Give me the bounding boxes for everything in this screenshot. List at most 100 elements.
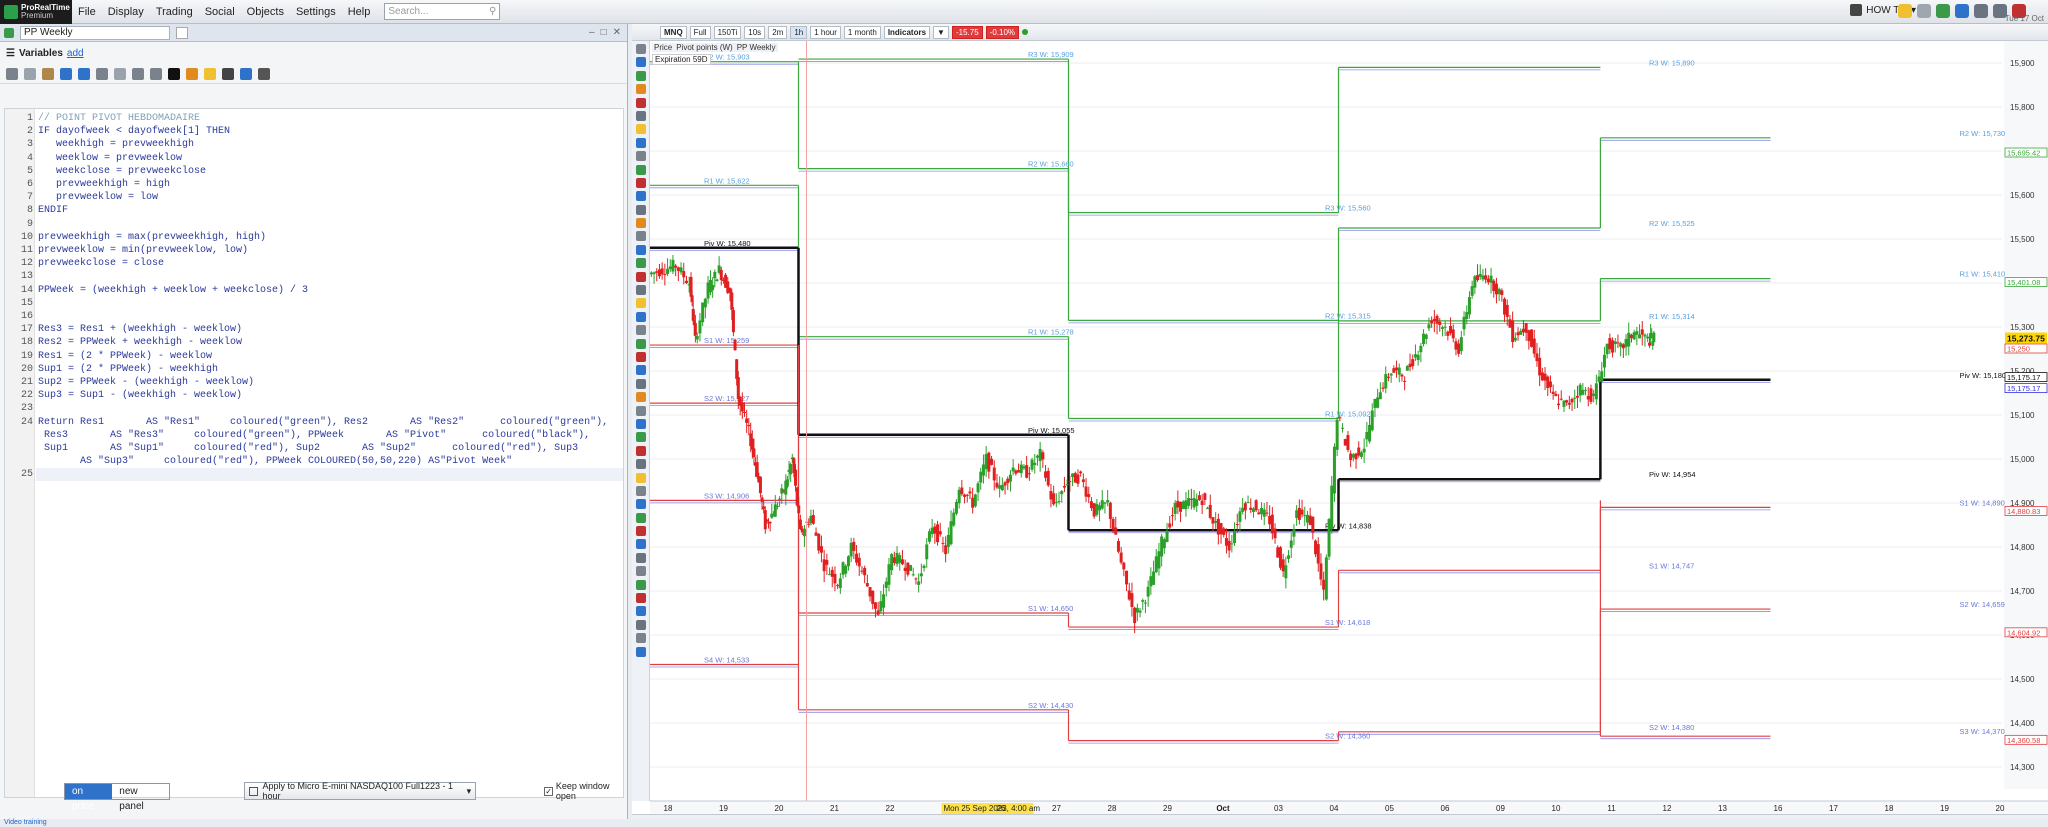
menu-display[interactable]: Display	[102, 6, 150, 18]
drawing-tool-icon[interactable]	[635, 151, 646, 162]
alert-icon[interactable]	[1898, 4, 1912, 18]
drawing-tool-icon[interactable]	[635, 606, 646, 617]
keep-window-open-checkbox[interactable]: ✓ Keep window open	[544, 781, 628, 801]
refresh-icon[interactable]	[1936, 4, 1950, 18]
print-icon[interactable]	[258, 67, 270, 80]
redo-icon[interactable]	[78, 67, 90, 80]
legend-price[interactable]: Price	[654, 43, 672, 52]
drawing-tool-icon[interactable]	[635, 285, 646, 296]
drawing-tool-icon[interactable]	[635, 526, 646, 537]
variables-toggle-icon[interactable]: ☰	[6, 48, 15, 59]
drawing-tool-icon[interactable]	[635, 70, 646, 81]
paste-icon[interactable]	[42, 67, 54, 80]
menu-help[interactable]: Help	[342, 6, 377, 18]
drawing-tool-icon[interactable]	[635, 271, 646, 282]
drawing-tool-icon[interactable]	[635, 177, 646, 188]
legend-pp-weekly[interactable]: PP Weekly	[737, 43, 776, 52]
drawing-tool-icon[interactable]	[635, 110, 646, 121]
menu-social[interactable]: Social	[199, 6, 241, 18]
drawing-tool-icon[interactable]	[635, 432, 646, 443]
drawing-tool-icon[interactable]	[635, 593, 646, 604]
indicator-name-field[interactable]: PP Weekly	[20, 25, 170, 40]
tab-add-icon[interactable]	[176, 26, 188, 39]
variables-add-link[interactable]: add	[67, 48, 84, 59]
legend-pivot-points[interactable]: Pivot points (W)	[676, 43, 732, 52]
timeframe-10s[interactable]: 10s	[744, 25, 766, 39]
drawing-tool-icon[interactable]	[635, 204, 646, 215]
color-palette-icon[interactable]	[186, 67, 198, 80]
drawing-tool-icon[interactable]	[635, 633, 646, 644]
drawing-tool-icon[interactable]	[635, 472, 646, 483]
undo-icon[interactable]	[60, 67, 72, 80]
drawing-tool-icon[interactable]	[635, 191, 646, 202]
symbol-selector[interactable]: MNQ	[660, 25, 687, 39]
function-icon[interactable]	[222, 67, 234, 80]
interval-dropdown[interactable]: 1 hour	[810, 25, 841, 39]
drawing-tool-icon[interactable]	[635, 218, 646, 229]
code-editor[interactable]: 1 2 3 4 5 6 7 8 9 10 11 12 13 14 15 16 17 18 19 20 21 22 23 24 2…	[4, 108, 624, 798]
apply-dropdown-icon[interactable]: ▾	[467, 786, 472, 797]
drawing-tool-icon[interactable]	[635, 459, 646, 470]
minimize-icon[interactable]	[1974, 4, 1988, 18]
drawing-tool-icon[interactable]	[635, 231, 646, 242]
drawing-tool-icon[interactable]	[635, 258, 646, 269]
screen-icon[interactable]	[1955, 4, 1969, 18]
drawing-tool-icon[interactable]	[635, 244, 646, 255]
drawing-tool-icon[interactable]	[635, 418, 646, 429]
drawing-tool-icon[interactable]	[635, 57, 646, 68]
drawing-tool-icon[interactable]	[635, 351, 646, 362]
window-restore-icon[interactable]: □	[601, 27, 607, 38]
font-increase-icon[interactable]	[132, 67, 144, 80]
timeframe-2m[interactable]: 2m	[768, 25, 788, 39]
timeframe-1h[interactable]: 1h	[790, 25, 808, 39]
price-chart[interactable]: 15,90015,80015,70015,60015,50015,40015,3…	[650, 41, 2048, 820]
replace-icon[interactable]	[114, 67, 126, 80]
drawing-tool-icon[interactable]	[635, 137, 646, 148]
hint-icon[interactable]	[204, 67, 216, 80]
drawing-tool-icon[interactable]	[635, 84, 646, 95]
font-decrease-icon[interactable]	[150, 67, 162, 80]
window-minimize-icon[interactable]: –	[589, 27, 595, 38]
drawing-tool-icon[interactable]	[635, 499, 646, 510]
drawing-tool-icon[interactable]	[635, 378, 646, 389]
menu-objects[interactable]: Objects	[241, 6, 290, 18]
order-icon[interactable]: ▼	[933, 25, 949, 39]
drawing-tool-icon[interactable]	[635, 164, 646, 175]
drawing-tool-icon[interactable]	[635, 512, 646, 523]
drawing-tool-icon[interactable]	[635, 311, 646, 322]
drawing-tool-icon[interactable]	[635, 365, 646, 376]
find-icon[interactable]	[96, 67, 108, 80]
new-panel-option[interactable]: new panel	[112, 784, 169, 812]
menu-settings[interactable]: Settings	[290, 6, 342, 18]
drawing-tool-icon[interactable]	[635, 338, 646, 349]
apply-indicator-button[interactable]: Apply to Micro E-mini NASDAQ100 Full1223…	[243, 781, 477, 801]
cut-icon[interactable]	[6, 67, 18, 80]
drawing-tool-icon[interactable]	[635, 325, 646, 336]
video-training-link[interactable]: Video training	[4, 819, 47, 826]
menu-trading[interactable]: Trading	[150, 6, 199, 18]
drawing-tool-icon[interactable]	[635, 44, 646, 54]
menu-file[interactable]: File	[72, 6, 102, 18]
period-dropdown[interactable]: 1 month	[843, 25, 881, 39]
help-icon[interactable]	[240, 67, 252, 80]
drawing-tool-icon[interactable]	[635, 539, 646, 550]
layout-icon[interactable]	[1917, 4, 1931, 18]
drawing-tool-icon[interactable]	[635, 445, 646, 456]
drawing-tool-icon[interactable]	[635, 566, 646, 577]
font-color-icon[interactable]	[168, 67, 180, 80]
drawing-tool-icon[interactable]	[635, 579, 646, 590]
search-input[interactable]: Search... ⚲	[384, 3, 501, 20]
drawing-tool-icon[interactable]	[635, 298, 646, 309]
drawing-tool-icon[interactable]	[635, 405, 646, 416]
drawing-tool-icon[interactable]	[635, 485, 646, 496]
drawing-tool-icon[interactable]	[635, 392, 646, 403]
indicators-button[interactable]: Indicators	[883, 25, 931, 39]
drawing-tool-icon[interactable]	[635, 552, 646, 563]
window-close-icon[interactable]: ✕	[613, 27, 621, 38]
drawing-tool-icon[interactable]	[635, 124, 646, 135]
drawing-tool-icon[interactable]	[635, 646, 646, 657]
on-price-option[interactable]: on price	[65, 783, 113, 812]
drawing-tool-icon[interactable]	[635, 619, 646, 630]
copy-icon[interactable]	[24, 67, 36, 80]
drawing-tool-icon[interactable]	[635, 97, 646, 108]
